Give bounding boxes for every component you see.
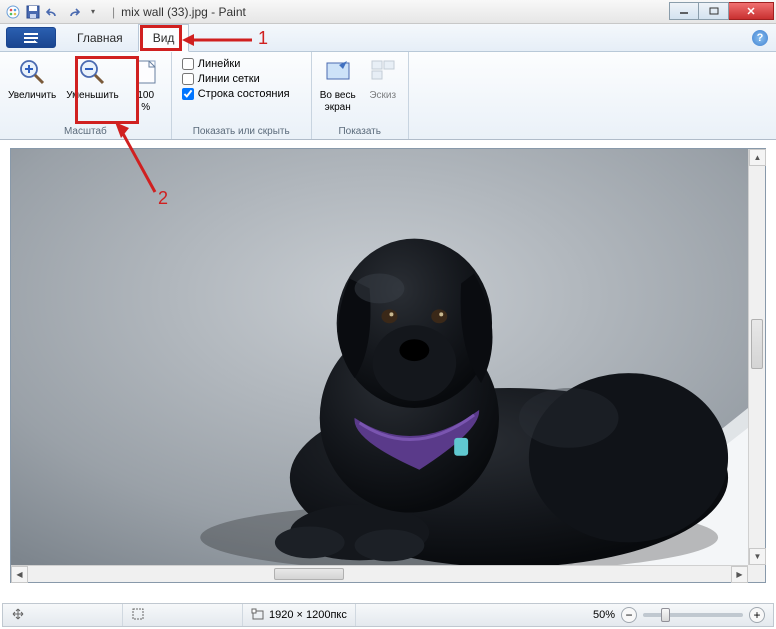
gridlines-checkbox[interactable]: Линии сетки xyxy=(182,73,290,85)
ribbon-group-zoom: Увеличить Уменьшить 100% Масштаб xyxy=(0,52,172,139)
scroll-down-button[interactable]: ▼ xyxy=(749,548,766,565)
statusbar-check-input[interactable] xyxy=(182,88,194,100)
close-button[interactable] xyxy=(729,2,774,20)
status-selection-cell xyxy=(123,604,243,626)
horizontal-scrollbar[interactable]: ◀ ▶ xyxy=(11,565,748,582)
show-group-label: Показать или скрыть xyxy=(176,125,307,139)
title-bar: ▾ | mix wall (33).jpg - Paint xyxy=(0,0,776,24)
document-title: mix wall (33).jpg - Paint xyxy=(121,5,246,19)
zoom-out-button[interactable]: Уменьшить xyxy=(62,54,122,104)
scroll-thumb-v[interactable] xyxy=(751,319,763,369)
selection-size-icon xyxy=(131,607,145,624)
zoom-percent-value: 50% xyxy=(593,609,615,621)
ribbon-tabs: Главная Вид ? xyxy=(0,24,776,52)
zoom-in-icon xyxy=(16,56,48,88)
zoom-out-label: Уменьшить xyxy=(66,90,118,102)
ribbon-group-show: Линейки Линии сетки Строка состояния Пок… xyxy=(172,52,312,139)
ribbon-group-display: Во весьэкран Эскиз Показать xyxy=(312,52,409,139)
zoom-slider-thumb[interactable] xyxy=(661,608,670,622)
fullscreen-button[interactable]: Во весьэкран xyxy=(316,54,360,115)
zoom-in-button[interactable]: Увеличить xyxy=(4,54,60,104)
zoom-controls: 50% − + xyxy=(585,607,773,623)
tab-view[interactable]: Вид xyxy=(138,24,190,52)
thumbnail-label: Эскиз xyxy=(369,90,396,102)
image-canvas[interactable] xyxy=(11,149,748,565)
tab-home[interactable]: Главная xyxy=(62,24,138,51)
redo-icon[interactable] xyxy=(64,3,82,21)
canvas-container: ▲ ▼ ◀ ▶ xyxy=(10,148,766,583)
thumbnail-icon xyxy=(367,56,399,88)
scroll-right-button[interactable]: ▶ xyxy=(731,566,748,583)
statusbar-checkbox[interactable]: Строка состояния xyxy=(182,88,290,100)
display-group-label: Показать xyxy=(316,125,404,139)
scroll-thumb-h[interactable] xyxy=(274,568,344,580)
save-icon[interactable] xyxy=(24,3,42,21)
fullscreen-label: Во весьэкран xyxy=(320,90,356,113)
dimensions-value: 1920 × 1200пкс xyxy=(269,609,347,621)
zoom-group-label: Масштаб xyxy=(4,125,167,139)
thumbnail-button[interactable]: Эскиз xyxy=(362,54,404,104)
rulers-check-input[interactable] xyxy=(182,58,194,70)
minimize-button[interactable] xyxy=(669,2,699,20)
vertical-scrollbar[interactable]: ▲ ▼ xyxy=(748,149,765,565)
zoom-plus-button[interactable]: + xyxy=(749,607,765,623)
scroll-up-button[interactable]: ▲ xyxy=(749,149,766,166)
scroll-left-button[interactable]: ◀ xyxy=(11,566,28,583)
zoom-in-label: Увеличить xyxy=(8,90,56,102)
dimensions-icon xyxy=(251,607,265,624)
maximize-button[interactable] xyxy=(699,2,729,20)
status-bar: 1920 × 1200пкс 50% − + xyxy=(2,603,774,627)
quick-access-toolbar: ▾ xyxy=(0,3,106,21)
undo-icon[interactable] xyxy=(44,3,62,21)
fullscreen-icon xyxy=(322,56,354,88)
zoom-out-icon xyxy=(76,56,108,88)
scroll-corner xyxy=(748,565,765,582)
cursor-position-icon xyxy=(11,607,25,624)
zoom-minus-button[interactable]: − xyxy=(621,607,637,623)
zoom-100-label: 100% xyxy=(137,90,154,113)
file-menu-button[interactable] xyxy=(6,27,56,48)
window-controls xyxy=(669,2,774,20)
ribbon: Увеличить Уменьшить 100% Масштаб Линейки… xyxy=(0,52,776,140)
help-icon[interactable]: ? xyxy=(752,30,768,46)
paint-app-icon xyxy=(4,3,22,21)
image-content xyxy=(11,149,748,565)
zoom-100-button[interactable]: 100% xyxy=(125,54,167,115)
status-cursor-cell xyxy=(3,604,123,626)
zoom-100-icon xyxy=(130,56,162,88)
zoom-slider[interactable] xyxy=(643,613,743,617)
rulers-checkbox[interactable]: Линейки xyxy=(182,58,290,70)
status-dimensions-cell: 1920 × 1200пкс xyxy=(243,604,356,626)
gridlines-check-input[interactable] xyxy=(182,73,194,85)
title-separator: | xyxy=(112,5,115,19)
qat-dropdown-icon[interactable]: ▾ xyxy=(84,3,102,21)
